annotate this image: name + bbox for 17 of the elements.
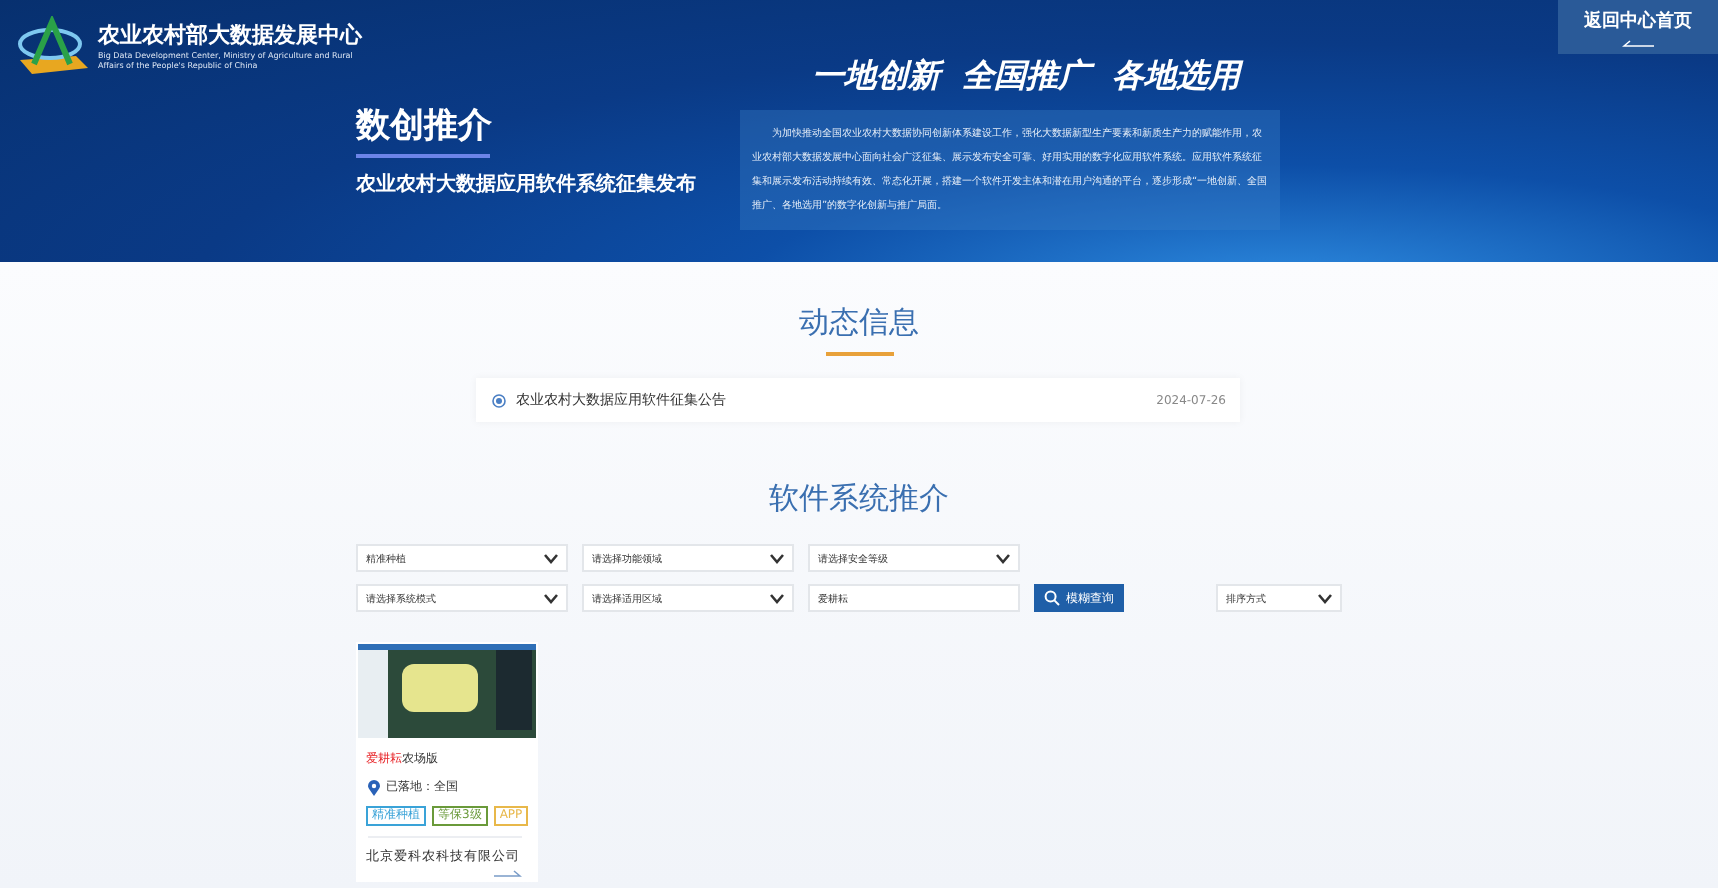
bullet-icon <box>492 393 506 407</box>
page-subtitle: 农业农村大数据应用软件系统征集发布 <box>356 170 696 198</box>
search-icon <box>1044 590 1060 606</box>
back-home-button[interactable]: 返回中心首页 <box>1558 0 1718 54</box>
caret-icon <box>770 593 784 603</box>
section-heading: 软件系统推介 <box>769 478 949 518</box>
caret-icon <box>544 593 558 603</box>
page-title: 数创推介 <box>356 104 492 148</box>
caret-icon <box>996 553 1010 563</box>
caret-icon <box>544 553 558 563</box>
slogan: 一地创新 全国推广 各地选用 <box>809 56 1246 96</box>
org-name: 农业农村部大数据发展中心 <box>98 22 362 50</box>
caret-icon <box>1318 593 1332 603</box>
caret-icon <box>770 553 784 563</box>
section-heading: 动态信息 <box>799 302 919 342</box>
location-pin-icon <box>368 779 380 795</box>
logo-icon <box>16 16 92 76</box>
